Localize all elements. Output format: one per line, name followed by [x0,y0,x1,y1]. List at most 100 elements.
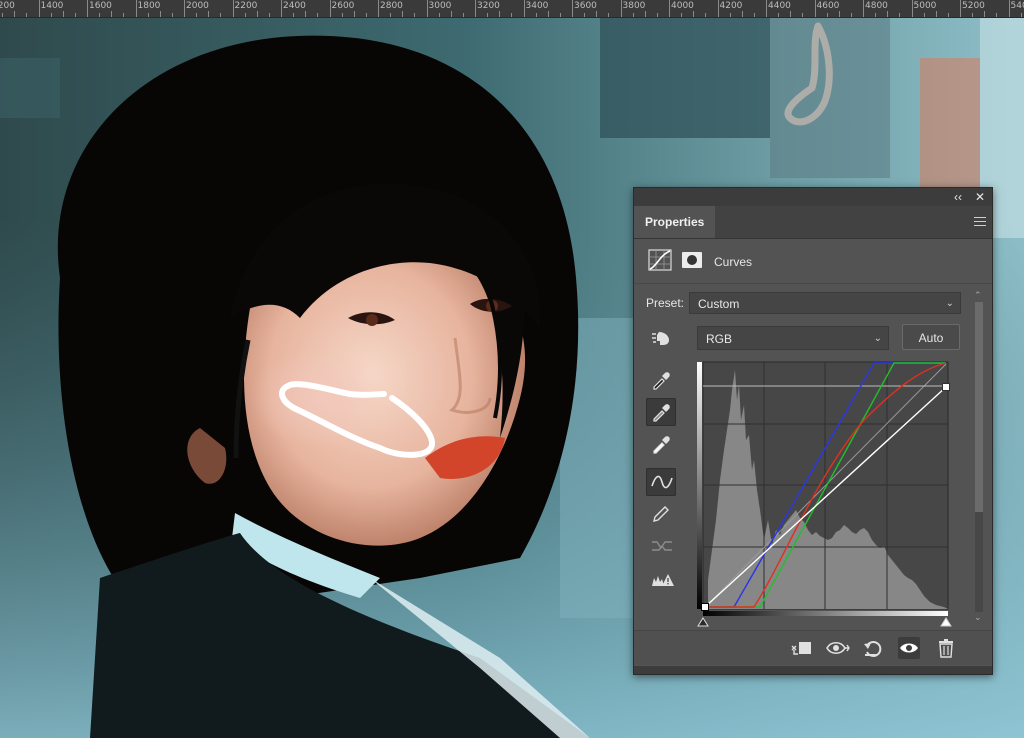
ruler-minor-tick [147,13,149,17]
ruler-minor-tick [838,11,840,17]
properties-panel: ‹‹ ✕ Properties Curves Preset: Custom ⌄ … [633,187,993,675]
ruler-minor-tick [1020,13,1022,17]
panel-menu-icon[interactable] [974,217,986,227]
scroll-down-icon[interactable]: ⌄ [974,612,982,623]
ruler-major-tick [911,0,913,17]
ruler-major-tick [232,0,234,17]
scroll-up-icon[interactable]: ⌃ [974,290,982,301]
ruler-minor-tick [26,13,28,17]
collapse-panel-icon[interactable]: ‹‹ [950,189,966,205]
ruler-label: 4600 [816,1,840,11]
ruler-minor-tick [681,13,683,17]
preset-value: Custom [698,297,740,311]
ruler-label: 3200 [477,1,500,11]
ruler-label: 1800 [137,1,161,11]
curve-white-point-handle[interactable] [942,383,950,391]
ruler-major-tick [523,0,525,17]
ruler-minor-tick [99,13,101,17]
ruler-minor-tick [584,13,586,17]
tab-properties[interactable]: Properties [634,206,716,238]
preset-label: Preset: [646,296,685,310]
ruler-major-tick [1008,0,1010,17]
ruler-minor-tick [414,13,416,17]
ruler-minor-tick [111,11,113,17]
chevron-down-icon: ⌄ [945,298,954,309]
ruler-minor-tick [608,13,610,17]
ruler-minor-tick [535,13,537,17]
ruler-major-tick [669,0,670,17]
ruler-minor-tick [729,13,731,17]
ruler-major-tick [329,0,331,17]
ruler-label: 1400 [40,1,64,11]
gray-point-eyedropper-icon[interactable] [646,398,676,426]
ruler-minor-tick [899,13,901,17]
ruler-minor-tick [559,13,561,17]
ruler-minor-tick [778,13,780,17]
ruler-label: 2000 [186,1,209,11]
ruler-major-tick [38,0,40,17]
ruler-label: 5200 [962,1,985,11]
ruler-minor-tick [208,11,210,17]
preset-dropdown[interactable]: Custom ⌄ [689,292,961,314]
ruler-major-tick [766,0,767,17]
ruler-minor-tick [450,11,452,17]
view-previous-state-icon[interactable] [826,637,850,659]
on-image-adjust-icon[interactable] [646,324,676,352]
visibility-icon[interactable] [898,637,920,659]
ruler-label: 4400 [768,1,791,11]
curves-adjustment-icon[interactable] [648,249,672,271]
layer-mask-icon[interactable] [680,249,704,271]
output-gradient-bar [697,362,702,609]
panel-title-bar[interactable]: ‹‹ ✕ [634,188,992,206]
white-input-slider[interactable] [940,617,952,627]
ruler-minor-tick [402,11,404,17]
ruler-minor-tick [256,11,258,17]
curve-point-icon[interactable] [646,468,676,496]
ruler-minor-tick [499,11,501,17]
ruler-label: 2600 [331,1,355,11]
ruler-major-tick [135,0,137,17]
curve-black-point-handle[interactable] [701,603,709,611]
horizontal-ruler[interactable]: 1200 1400 1600 1800 2000 2200 2400 2600 2800 3000… [0,0,1024,18]
auto-button[interactable]: Auto [902,324,960,350]
ruler-major-tick [620,0,622,17]
ruler-label: 4200 [719,1,743,11]
ruler-minor-tick [50,13,52,17]
ruler-label: 2800 [380,1,403,11]
ruler-label: 2200 [234,1,258,11]
ruler-minor-tick [947,13,949,17]
ruler-minor-tick [632,13,634,17]
black-input-slider[interactable] [697,617,709,627]
ruler-minor-tick [547,11,549,17]
chevron-down-icon: ⌄ [873,333,882,344]
clipping-warning-icon[interactable] [646,566,676,594]
ruler-label: 2400 [283,1,306,11]
reset-icon[interactable] [862,637,884,659]
adjustment-header: Curves [634,239,992,284]
clip-to-layer-icon[interactable] [790,637,812,659]
ruler-minor-tick [353,11,355,17]
scroll-thumb[interactable] [975,302,983,512]
ruler-major-tick [426,0,428,17]
curves-graph[interactable] [694,360,960,628]
ruler-minor-tick [74,13,76,17]
close-panel-icon[interactable]: ✕ [972,189,988,205]
smooth-curve-icon[interactable] [646,532,676,560]
delete-icon[interactable] [935,637,957,659]
white-point-eyedropper-icon[interactable] [646,430,676,458]
channel-dropdown[interactable]: RGB ⌄ [697,326,889,350]
ruler-minor-tick [390,13,392,17]
ruler-minor-tick [693,11,695,17]
ruler-minor-tick [196,13,198,17]
ruler-minor-tick [2,13,4,17]
panel-scrollbar[interactable]: ⌃ ⌄ [972,288,986,628]
ruler-label: 5000 [913,1,937,11]
black-point-eyedropper-icon[interactable] [646,366,676,394]
ruler-minor-tick [850,13,852,17]
input-gradient-bar [703,611,948,616]
ruler-minor-tick [996,13,998,17]
panel-tab-row: Properties [634,206,992,239]
ruler-minor-tick [923,13,925,17]
panel-resize-grip[interactable] [634,666,992,674]
pencil-draw-icon[interactable] [646,500,676,528]
